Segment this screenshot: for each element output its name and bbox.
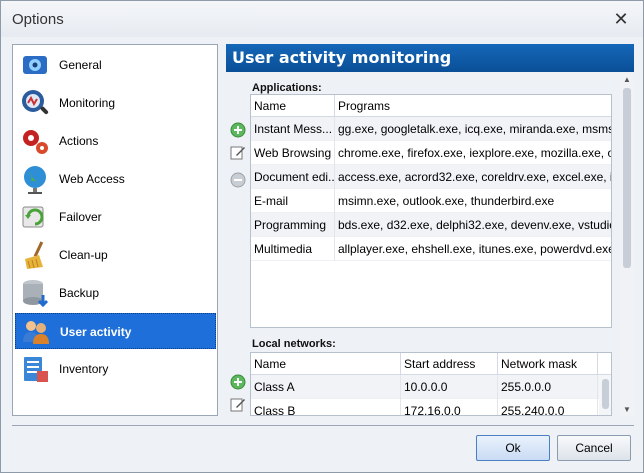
edit-network-icon[interactable] (230, 396, 246, 412)
sidebar-item-user-activity[interactable]: User activity (15, 313, 216, 349)
scroll-thumb[interactable] (623, 88, 631, 268)
window-title: Options (12, 11, 64, 28)
sidebar-item-label: User activity (60, 325, 132, 339)
failover-icon (22, 206, 44, 228)
cancel-button[interactable]: Cancel (557, 435, 631, 461)
options-sidebar: General Monitoring Actions Web Access Fa… (12, 44, 218, 416)
cell-programs: bds.exe, d32.exe, delphi32.exe, devenv.e… (335, 213, 611, 237)
cell-start-address: 10.0.0.0 (401, 375, 498, 399)
cell-programs: msimn.exe, outlook.exe, thunderbird.exe (335, 189, 611, 213)
sidebar-item-label: Monitoring (59, 96, 116, 110)
cell-name: E-mail (251, 189, 335, 213)
cell-network-mask: 255.240.0.0 (498, 399, 598, 415)
cell-name: Document edi... (251, 165, 335, 189)
column-header-start-address[interactable]: Start address (401, 353, 498, 375)
content-scrollbar[interactable]: ▲ ▼ (620, 74, 634, 416)
cell-programs: gg.exe, googletalk.exe, icq.exe, miranda… (335, 117, 611, 141)
cell-name: Instant Mess... (251, 117, 335, 141)
sidebar-item-label: Inventory (59, 362, 109, 376)
table-row[interactable]: Class A 10.0.0.0 255.0.0.0 (251, 375, 599, 399)
ok-button[interactable]: Ok (476, 435, 550, 461)
page-title: User activity monitoring (226, 44, 634, 72)
add-icon[interactable] (230, 122, 246, 138)
web-globe-icon (24, 166, 46, 194)
close-icon[interactable]: ✕ (611, 9, 631, 29)
cell-programs: allplayer.exe, ehshell.exe, itunes.exe, … (335, 237, 611, 261)
sidebar-item-general[interactable]: General (15, 47, 216, 83)
sidebar-item-monitoring[interactable]: Monitoring (15, 85, 216, 121)
sidebar-item-failover[interactable]: Failover (15, 199, 216, 235)
monitoring-icon (22, 90, 49, 115)
inventory-icon (24, 357, 48, 382)
sidebar-item-label: Web Access (59, 172, 125, 186)
applications-table-header: Name Programs (251, 95, 611, 117)
sidebar-item-label: General (59, 58, 102, 72)
cell-name: Class B (251, 399, 401, 415)
sidebar-item-backup[interactable]: Backup (15, 275, 216, 311)
table-row[interactable]: Multimedia allplayer.exe, ehshell.exe, i… (251, 237, 611, 261)
sidebar-item-label: Actions (59, 134, 99, 148)
local-networks-label: Local networks: (252, 338, 336, 350)
table-row[interactable]: Web Browsing chrome.exe, firefox.exe, ie… (251, 141, 611, 165)
table-row[interactable]: Programming bds.exe, d32.exe, delphi32.e… (251, 213, 611, 237)
actions-gears-icon (23, 130, 48, 154)
footer-divider (12, 425, 634, 426)
sidebar-item-label: Backup (59, 286, 100, 300)
table-row[interactable]: E-mail msimn.exe, outlook.exe, thunderbi… (251, 189, 611, 213)
cell-name: Programming (251, 213, 335, 237)
sidebar-item-inventory[interactable]: Inventory (15, 351, 216, 387)
options-window: Options ✕ General Monitoring Actions Web… (0, 0, 644, 473)
column-header-programs[interactable]: Programs (335, 95, 611, 117)
networks-scrollbar[interactable] (599, 375, 611, 415)
sidebar-item-web-access[interactable]: Web Access (15, 161, 216, 197)
scroll-up-icon[interactable]: ▲ (620, 74, 634, 86)
cell-programs: access.exe, acrord32.exe, coreldrv.exe, … (335, 165, 611, 189)
content-panel: User activity monitoring Applications: N… (226, 44, 634, 416)
scroll-down-icon[interactable]: ▼ (620, 404, 634, 416)
users-icon (23, 321, 49, 344)
sidebar-item-label: Failover (59, 210, 102, 224)
remove-icon[interactable] (230, 172, 246, 188)
title-bar: Options ✕ (1, 1, 643, 37)
networks-table-header: Name Start address Network mask (251, 353, 611, 375)
table-row[interactable]: Class B 172.16.0.0 255.240.0.0 (251, 399, 599, 415)
sidebar-item-actions[interactable]: Actions (15, 123, 216, 159)
cell-start-address: 172.16.0.0 (401, 399, 498, 415)
applications-label: Applications: (252, 82, 322, 94)
general-settings-icon (23, 56, 47, 74)
column-header-name[interactable]: Name (251, 95, 335, 117)
applications-table: Name Programs Instant Mess... gg.exe, go… (250, 94, 612, 328)
column-header-name[interactable]: Name (251, 353, 401, 375)
column-header-network-mask[interactable]: Network mask (498, 353, 598, 375)
edit-icon[interactable] (230, 144, 246, 160)
cell-name: Web Browsing (251, 141, 335, 165)
backup-database-icon (23, 280, 49, 308)
cleanup-broom-icon (25, 241, 44, 269)
local-networks-table: Name Start address Network mask Class A … (250, 352, 612, 416)
table-row[interactable]: Document edi... access.exe, acrord32.exe… (251, 165, 611, 189)
cell-name: Multimedia (251, 237, 335, 261)
table-row[interactable]: Instant Mess... gg.exe, googletalk.exe, … (251, 117, 611, 141)
sidebar-item-cleanup[interactable]: Clean-up (15, 237, 216, 273)
cell-programs: chrome.exe, firefox.exe, iexplore.exe, m… (335, 141, 611, 165)
cell-name: Class A (251, 375, 401, 399)
add-network-icon[interactable] (230, 374, 246, 390)
sidebar-item-label: Clean-up (59, 248, 108, 262)
cell-network-mask: 255.0.0.0 (498, 375, 598, 399)
networks-scroll-thumb[interactable] (602, 379, 609, 409)
